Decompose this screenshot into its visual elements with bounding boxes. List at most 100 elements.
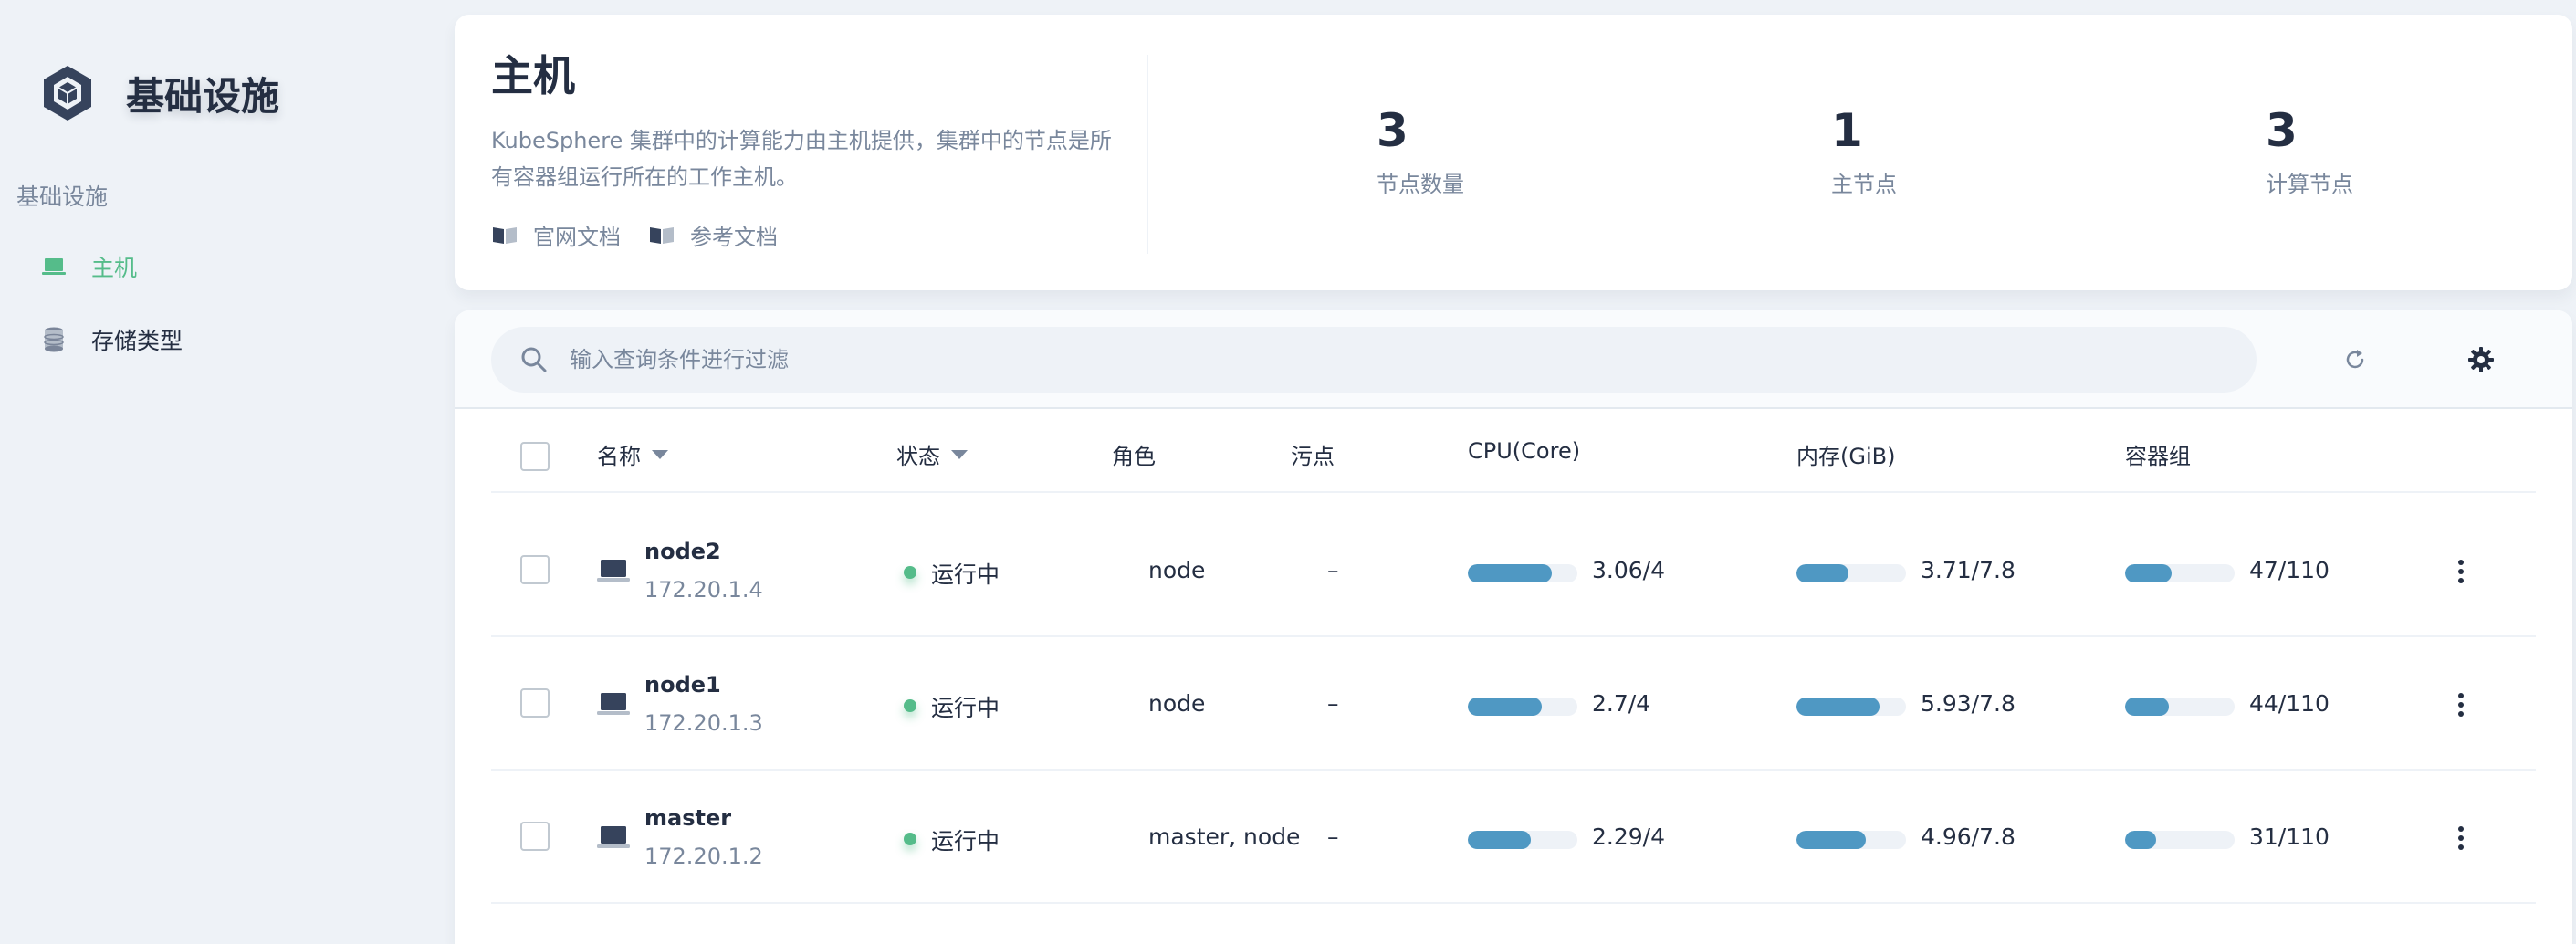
node-name-link[interactable]: master bbox=[644, 805, 731, 831]
sidebar-item-label: 主机 bbox=[91, 255, 138, 281]
node-role: master, node bbox=[1148, 823, 1301, 850]
caret-down-icon bbox=[652, 449, 668, 459]
stat-node-count: 3 节点数量 bbox=[1377, 108, 1464, 198]
pods-usage-text: 44/110 bbox=[2249, 690, 2330, 717]
table-header: 名称 状态 角色 污点 CPU(Core) 内存(GiB) 容器组 bbox=[491, 411, 2536, 493]
table-row: node2 172.20.1.4 运行中 node – 3.06/4 3.71/… bbox=[491, 504, 2536, 637]
pods-usage-bar bbox=[2125, 831, 2235, 849]
node-name-link[interactable]: node2 bbox=[644, 539, 721, 564]
row-checkbox[interactable] bbox=[520, 822, 550, 851]
gear-icon bbox=[2468, 347, 2494, 372]
node-ip: 172.20.1.4 bbox=[644, 577, 763, 603]
pods-usage-fill bbox=[2125, 564, 2173, 582]
sidebar-item-storage-classes[interactable]: 存储类型 bbox=[40, 320, 183, 360]
stat-label: 计算节点 bbox=[2266, 172, 2353, 197]
node-ip: 172.20.1.2 bbox=[644, 844, 763, 869]
status-text: 运行中 bbox=[931, 561, 1000, 588]
laptop-icon bbox=[597, 693, 630, 715]
column-header-label: 名称 bbox=[597, 444, 641, 469]
reference-docs-label: 参考文档 bbox=[690, 225, 778, 250]
memory-usage-fill bbox=[1796, 564, 1849, 582]
sidebar: 基础设施 基础设施 主机 存储类型 bbox=[0, 0, 452, 944]
column-header-name[interactable]: 名称 bbox=[597, 438, 668, 470]
page-title: 主机 bbox=[491, 51, 575, 100]
table-row: node1 172.20.1.3 运行中 node – 2.7/4 5.93/7… bbox=[491, 637, 2536, 771]
row-checkbox[interactable] bbox=[520, 688, 550, 718]
sidebar-title: 基础设施 bbox=[126, 73, 280, 119]
cpu-usage-fill bbox=[1468, 831, 1531, 849]
node-taint: – bbox=[1327, 823, 1339, 850]
table-toolbar bbox=[455, 310, 2572, 409]
doc-links: 官网文档 参考文档 bbox=[491, 219, 805, 251]
cpu-usage-fill bbox=[1468, 564, 1552, 582]
book-icon bbox=[493, 226, 517, 244]
cube-icon bbox=[44, 66, 91, 121]
memory-usage-bar bbox=[1796, 564, 1906, 582]
cpu-usage-text: 2.7/4 bbox=[1592, 690, 1651, 717]
status-text: 运行中 bbox=[931, 695, 1000, 721]
column-header-label: 状态 bbox=[896, 444, 940, 469]
book-icon bbox=[650, 226, 674, 244]
status-text: 运行中 bbox=[931, 828, 1000, 855]
column-header-role: 角色 bbox=[1112, 438, 1156, 470]
official-docs-link[interactable]: 官网文档 bbox=[491, 219, 621, 251]
stat-worker-nodes: 3 计算节点 bbox=[2266, 108, 2353, 198]
column-header-label: 容器组 bbox=[2125, 444, 2191, 469]
status-dot bbox=[904, 833, 916, 845]
column-header-cpu: CPU(Core) bbox=[1468, 438, 1580, 464]
laptop-icon bbox=[597, 826, 630, 848]
memory-usage-text: 4.96/7.8 bbox=[1921, 823, 2016, 850]
more-actions-button[interactable] bbox=[2443, 818, 2479, 858]
nav-group-title: 基础设施 bbox=[16, 184, 109, 210]
node-taint: – bbox=[1327, 557, 1339, 583]
column-header-taint: 污点 bbox=[1291, 438, 1335, 470]
cpu-usage-text: 3.06/4 bbox=[1592, 557, 1665, 583]
node-table-card: 名称 状态 角色 污点 CPU(Core) 内存(GiB) 容器组 node2 bbox=[455, 310, 2572, 944]
search-box bbox=[491, 327, 2257, 393]
stat-label: 节点数量 bbox=[1377, 172, 1464, 197]
memory-usage-text: 5.93/7.8 bbox=[1921, 690, 2016, 717]
node-name-link[interactable]: node1 bbox=[644, 672, 721, 698]
stat-value: 1 bbox=[1831, 104, 1863, 157]
header-info: 主机 KubeSphere 集群中的计算能力由主机提供，集群中的节点是所有容器组… bbox=[491, 55, 1130, 195]
memory-usage-fill bbox=[1796, 831, 1867, 849]
search-input[interactable] bbox=[570, 347, 2213, 372]
pods-usage-fill bbox=[2125, 698, 2169, 716]
cpu-usage-text: 2.29/4 bbox=[1592, 823, 1665, 850]
memory-usage-bar bbox=[1796, 698, 1906, 716]
reference-docs-link[interactable]: 参考文档 bbox=[648, 219, 778, 251]
caret-down-icon bbox=[951, 449, 968, 459]
column-header-label: 污点 bbox=[1291, 444, 1335, 469]
pods-usage-bar bbox=[2125, 564, 2235, 582]
select-all-checkbox[interactable] bbox=[520, 442, 550, 471]
sidebar-item-hosts[interactable]: 主机 bbox=[40, 246, 137, 287]
column-header-label: CPU(Core) bbox=[1468, 438, 1581, 464]
column-header-pods: 容器组 bbox=[2125, 438, 2191, 470]
memory-usage-text: 3.71/7.8 bbox=[1921, 557, 2016, 583]
node-taint: – bbox=[1327, 690, 1339, 717]
column-header-label: 内存(GiB) bbox=[1796, 444, 1896, 469]
database-icon bbox=[40, 326, 68, 353]
more-actions-button[interactable] bbox=[2443, 551, 2479, 592]
stat-value: 3 bbox=[1377, 104, 1408, 157]
page-header: 主机 KubeSphere 集群中的计算能力由主机提供，集群中的节点是所有容器组… bbox=[455, 15, 2572, 290]
node-ip: 172.20.1.3 bbox=[644, 710, 763, 736]
node-role: node bbox=[1148, 690, 1206, 717]
refresh-button[interactable] bbox=[2337, 341, 2373, 378]
row-checkbox[interactable] bbox=[520, 555, 550, 584]
sidebar-brand: 基础设施 bbox=[37, 62, 279, 124]
memory-usage-bar bbox=[1796, 831, 1906, 849]
stat-master-nodes: 1 主节点 bbox=[1831, 108, 1897, 198]
cpu-usage-bar bbox=[1468, 698, 1577, 716]
header-divider bbox=[1147, 55, 1148, 254]
cpu-usage-bar bbox=[1468, 831, 1577, 849]
table-row: master 172.20.1.2 运行中 master, node – 2.2… bbox=[491, 771, 2536, 904]
settings-button[interactable] bbox=[2463, 341, 2499, 378]
official-docs-label: 官网文档 bbox=[533, 225, 621, 250]
page-description: KubeSphere 集群中的计算能力由主机提供，集群中的节点是所有容器组运行所… bbox=[491, 128, 1112, 190]
memory-usage-fill bbox=[1796, 698, 1880, 716]
more-actions-button[interactable] bbox=[2443, 685, 2479, 725]
pods-usage-fill bbox=[2125, 831, 2156, 849]
column-header-status[interactable]: 状态 bbox=[896, 438, 968, 470]
column-header-label: 角色 bbox=[1112, 444, 1156, 469]
